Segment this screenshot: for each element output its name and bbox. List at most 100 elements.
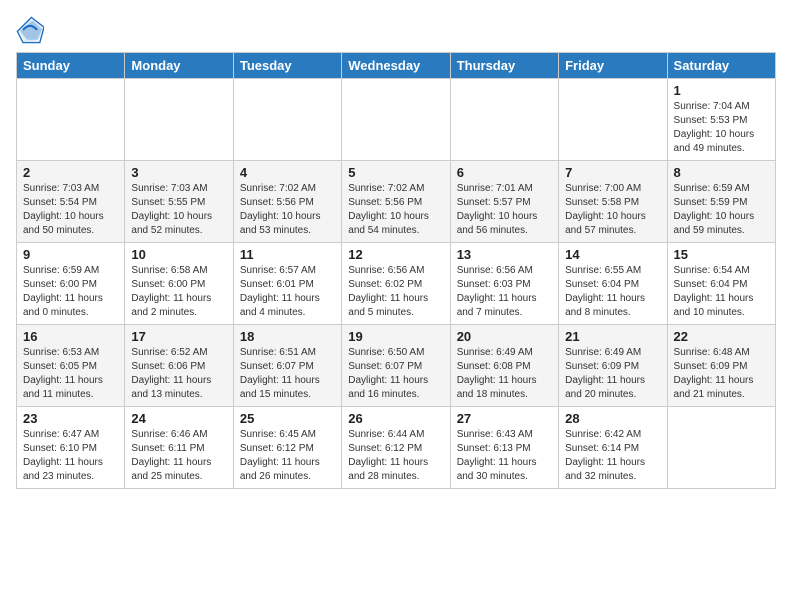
calendar-cell: 10 Sunrise: 6:58 AMSunset: 6:00 PMDayligh… — [125, 243, 233, 325]
day-number: 27 — [457, 411, 552, 426]
calendar-cell: 3 Sunrise: 7:03 AMSunset: 5:55 PMDaylight… — [125, 161, 233, 243]
logo — [16, 16, 48, 44]
day-info: Sunrise: 6:45 AMSunset: 6:12 PMDaylight:… — [240, 428, 335, 484]
calendar-cell: 13 Sunrise: 6:56 AMSunset: 6:03 PMDayligh… — [450, 243, 558, 325]
weekday-header-sunday: Sunday — [17, 53, 125, 79]
day-number: 28 — [565, 411, 660, 426]
calendar-cell: 1 Sunrise: 7:04 AMSunset: 5:53 PMDaylight… — [667, 79, 775, 161]
calendar-cell — [342, 79, 450, 161]
day-number: 8 — [674, 165, 769, 180]
day-info: Sunrise: 6:50 AMSunset: 6:07 PMDaylight:… — [348, 346, 443, 402]
day-number: 4 — [240, 165, 335, 180]
calendar-cell — [125, 79, 233, 161]
day-info: Sunrise: 6:52 AMSunset: 6:06 PMDaylight:… — [131, 346, 226, 402]
day-info: Sunrise: 6:47 AMSunset: 6:10 PMDaylight:… — [23, 428, 118, 484]
week-row-3: 9 Sunrise: 6:59 AMSunset: 6:00 PMDaylight… — [17, 243, 776, 325]
calendar-cell: 6Sunrise: 7:01 AMSunset: 5:57 PMDaylight… — [450, 161, 558, 243]
day-number: 26 — [348, 411, 443, 426]
calendar-cell: 21 Sunrise: 6:49 AMSunset: 6:09 PMDayligh… — [559, 325, 667, 407]
day-info: Sunrise: 6:54 AMSunset: 6:04 PMDaylight:… — [674, 264, 769, 320]
day-info: Sunrise: 6:55 AMSunset: 6:04 PMDaylight:… — [565, 264, 660, 320]
calendar-cell: 18Sunrise: 6:51 AMSunset: 6:07 PMDayligh… — [233, 325, 341, 407]
day-number: 10 — [131, 247, 226, 262]
weekday-header-wednesday: Wednesday — [342, 53, 450, 79]
day-info: Sunrise: 6:44 AMSunset: 6:12 PMDaylight:… — [348, 428, 443, 484]
day-number: 15 — [674, 247, 769, 262]
day-number: 17 — [131, 329, 226, 344]
calendar-cell: 19 Sunrise: 6:50 AMSunset: 6:07 PMDayligh… — [342, 325, 450, 407]
day-number: 3 — [131, 165, 226, 180]
calendar-cell — [233, 79, 341, 161]
day-number: 6 — [457, 165, 552, 180]
calendar-cell: 26 Sunrise: 6:44 AMSunset: 6:12 PMDayligh… — [342, 407, 450, 489]
calendar-cell: 25Sunrise: 6:45 AMSunset: 6:12 PMDayligh… — [233, 407, 341, 489]
day-number: 24 — [131, 411, 226, 426]
day-info: Sunrise: 7:00 AMSunset: 5:58 PMDaylight:… — [565, 182, 660, 238]
day-info: Sunrise: 6:49 AMSunset: 6:09 PMDaylight:… — [565, 346, 660, 402]
day-info: Sunrise: 6:43 AMSunset: 6:13 PMDaylight:… — [457, 428, 552, 484]
calendar-cell: 8 Sunrise: 6:59 AMSunset: 5:59 PMDaylight… — [667, 161, 775, 243]
day-info: Sunrise: 6:56 AMSunset: 6:02 PMDaylight:… — [348, 264, 443, 320]
week-row-4: 16 Sunrise: 6:53 AMSunset: 6:05 PMDayligh… — [17, 325, 776, 407]
logo-icon — [16, 16, 44, 44]
calendar-cell: 22 Sunrise: 6:48 AMSunset: 6:09 PMDayligh… — [667, 325, 775, 407]
day-info: Sunrise: 7:03 AMSunset: 5:54 PMDaylight:… — [23, 182, 118, 238]
day-info: Sunrise: 6:46 AMSunset: 6:11 PMDaylight:… — [131, 428, 226, 484]
day-number: 1 — [674, 83, 769, 98]
calendar-cell — [667, 407, 775, 489]
day-number: 14 — [565, 247, 660, 262]
day-number: 7 — [565, 165, 660, 180]
calendar-cell: 23 Sunrise: 6:47 AMSunset: 6:10 PMDayligh… — [17, 407, 125, 489]
day-number: 16 — [23, 329, 118, 344]
calendar-cell: 2Sunrise: 7:03 AMSunset: 5:54 PMDaylight… — [17, 161, 125, 243]
day-info: Sunrise: 7:02 AMSunset: 5:56 PMDaylight:… — [348, 182, 443, 238]
calendar-cell: 5 Sunrise: 7:02 AMSunset: 5:56 PMDaylight… — [342, 161, 450, 243]
day-number: 5 — [348, 165, 443, 180]
weekday-header-tuesday: Tuesday — [233, 53, 341, 79]
calendar-cell: 14 Sunrise: 6:55 AMSunset: 6:04 PMDayligh… — [559, 243, 667, 325]
weekday-header-thursday: Thursday — [450, 53, 558, 79]
day-info: Sunrise: 6:56 AMSunset: 6:03 PMDaylight:… — [457, 264, 552, 320]
day-info: Sunrise: 6:58 AMSunset: 6:00 PMDaylight:… — [131, 264, 226, 320]
day-info: Sunrise: 6:59 AMSunset: 5:59 PMDaylight:… — [674, 182, 769, 238]
calendar-cell: 16 Sunrise: 6:53 AMSunset: 6:05 PMDayligh… — [17, 325, 125, 407]
day-number: 9 — [23, 247, 118, 262]
day-number: 19 — [348, 329, 443, 344]
calendar-cell: 24 Sunrise: 6:46 AMSunset: 6:11 PMDayligh… — [125, 407, 233, 489]
day-number: 18 — [240, 329, 335, 344]
day-number: 11 — [240, 247, 335, 262]
day-info: Sunrise: 7:03 AMSunset: 5:55 PMDaylight:… — [131, 182, 226, 238]
day-number: 12 — [348, 247, 443, 262]
day-info: Sunrise: 7:02 AMSunset: 5:56 PMDaylight:… — [240, 182, 335, 238]
day-info: Sunrise: 6:59 AMSunset: 6:00 PMDaylight:… — [23, 264, 118, 320]
calendar-cell: 4 Sunrise: 7:02 AMSunset: 5:56 PMDaylight… — [233, 161, 341, 243]
calendar-cell: 27 Sunrise: 6:43 AMSunset: 6:13 PMDayligh… — [450, 407, 558, 489]
day-info: Sunrise: 6:57 AMSunset: 6:01 PMDaylight:… — [240, 264, 335, 320]
calendar-cell: 28 Sunrise: 6:42 AMSunset: 6:14 PMDayligh… — [559, 407, 667, 489]
calendar-cell: 12 Sunrise: 6:56 AMSunset: 6:02 PMDayligh… — [342, 243, 450, 325]
calendar-cell: 17 Sunrise: 6:52 AMSunset: 6:06 PMDayligh… — [125, 325, 233, 407]
day-number: 20 — [457, 329, 552, 344]
calendar-cell: 7 Sunrise: 7:00 AMSunset: 5:58 PMDaylight… — [559, 161, 667, 243]
calendar-cell: 20 Sunrise: 6:49 AMSunset: 6:08 PMDayligh… — [450, 325, 558, 407]
day-info: Sunrise: 6:49 AMSunset: 6:08 PMDaylight:… — [457, 346, 552, 402]
day-info: Sunrise: 7:04 AMSunset: 5:53 PMDaylight:… — [674, 100, 769, 156]
calendar-cell: 15 Sunrise: 6:54 AMSunset: 6:04 PMDayligh… — [667, 243, 775, 325]
calendar-table: SundayMondayTuesdayWednesdayThursdayFrid… — [16, 52, 776, 489]
day-info: Sunrise: 6:48 AMSunset: 6:09 PMDaylight:… — [674, 346, 769, 402]
day-number: 22 — [674, 329, 769, 344]
weekday-header-row: SundayMondayTuesdayWednesdayThursdayFrid… — [17, 53, 776, 79]
day-info: Sunrise: 6:42 AMSunset: 6:14 PMDaylight:… — [565, 428, 660, 484]
calendar-cell: 9 Sunrise: 6:59 AMSunset: 6:00 PMDaylight… — [17, 243, 125, 325]
day-number: 23 — [23, 411, 118, 426]
day-number: 21 — [565, 329, 660, 344]
calendar-cell: 11 Sunrise: 6:57 AMSunset: 6:01 PMDayligh… — [233, 243, 341, 325]
calendar-cell — [559, 79, 667, 161]
day-info: Sunrise: 6:53 AMSunset: 6:05 PMDaylight:… — [23, 346, 118, 402]
page-header — [16, 16, 776, 44]
calendar-cell — [17, 79, 125, 161]
calendar-cell — [450, 79, 558, 161]
week-row-2: 2Sunrise: 7:03 AMSunset: 5:54 PMDaylight… — [17, 161, 776, 243]
day-number: 13 — [457, 247, 552, 262]
weekday-header-monday: Monday — [125, 53, 233, 79]
